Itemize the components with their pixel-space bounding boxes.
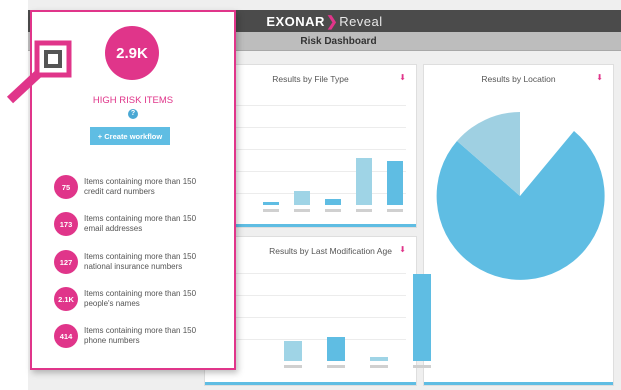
risk-item-email[interactable]: 173 Items containing more than 150 email … [54,212,234,236]
card-baseline [424,382,613,385]
risk-count: 414 [54,324,78,348]
card-baseline [205,382,416,385]
axis-tick [413,365,431,368]
page-title: Risk Dashboard [300,35,377,47]
risk-item-phone[interactable]: 414 Items containing more than 150 phone … [54,324,234,348]
risk-description: Items containing more than 150 national i… [84,252,197,271]
grid-line [215,295,406,296]
logo-chevron-icon: ❯ [325,12,339,29]
axis-tick [327,365,345,368]
axis-tick [263,209,279,212]
grid-line [215,149,406,150]
axis-tick [294,209,310,212]
grid-line [215,339,406,340]
location-card: Results by Location ⬇ [423,64,614,386]
risk-item-national-insurance[interactable]: 127 Items containing more than 150 nation… [54,250,234,274]
risk-description: Items containing more than 150 phone numb… [84,326,197,345]
axis-tick [284,365,302,368]
magnifier-icon [6,40,72,104]
risk-item-names[interactable]: 2.1K Items containing more than 150 peopl… [54,287,234,311]
axis-tick [325,209,341,212]
risk-count: 173 [54,212,78,236]
risk-count: 127 [54,250,78,274]
chart-bar[interactable] [325,199,341,205]
chart-bar[interactable] [370,357,388,361]
axis-tick [370,365,388,368]
create-workflow-button[interactable]: + Create workflow [90,127,170,145]
risk-count: 75 [54,175,78,199]
download-icon[interactable]: ⬇ [399,245,406,254]
grid-line [215,171,406,172]
high-risk-total[interactable]: 2.9K [105,26,159,80]
grid-line [215,105,406,106]
grid-line [215,193,406,194]
chart-bar[interactable] [284,341,302,361]
risk-description: Items containing more than 150 email addr… [84,214,197,233]
download-icon[interactable]: ⬇ [399,73,406,82]
grid-line [215,127,406,128]
axis-tick [356,209,372,212]
chart-bar[interactable] [387,161,403,205]
risk-description: Items containing more than 150 credit car… [84,177,197,196]
card-baseline [205,224,416,227]
chart-bar[interactable] [294,191,310,205]
location-pie-chart[interactable] [424,65,615,387]
axis-tick [387,209,403,212]
grid-line [215,273,406,274]
chart-bar[interactable] [263,202,279,205]
pie-slice-main [436,131,605,280]
grid-line [215,317,406,318]
chart-bar[interactable] [327,337,345,361]
chart-bar[interactable] [413,274,431,361]
chart-bar[interactable] [356,158,372,205]
risk-count: 2.1K [54,287,78,311]
risk-item-credit-card[interactable]: 75 Items containing more than 150 credit … [54,175,234,199]
risk-description: Items containing more than 150 people's n… [84,289,197,308]
exonar-reveal-logo: EX ON AR ❯ Reveal [266,12,383,29]
card-title: Results by File Type [272,74,349,84]
help-icon[interactable]: ? [128,109,138,119]
